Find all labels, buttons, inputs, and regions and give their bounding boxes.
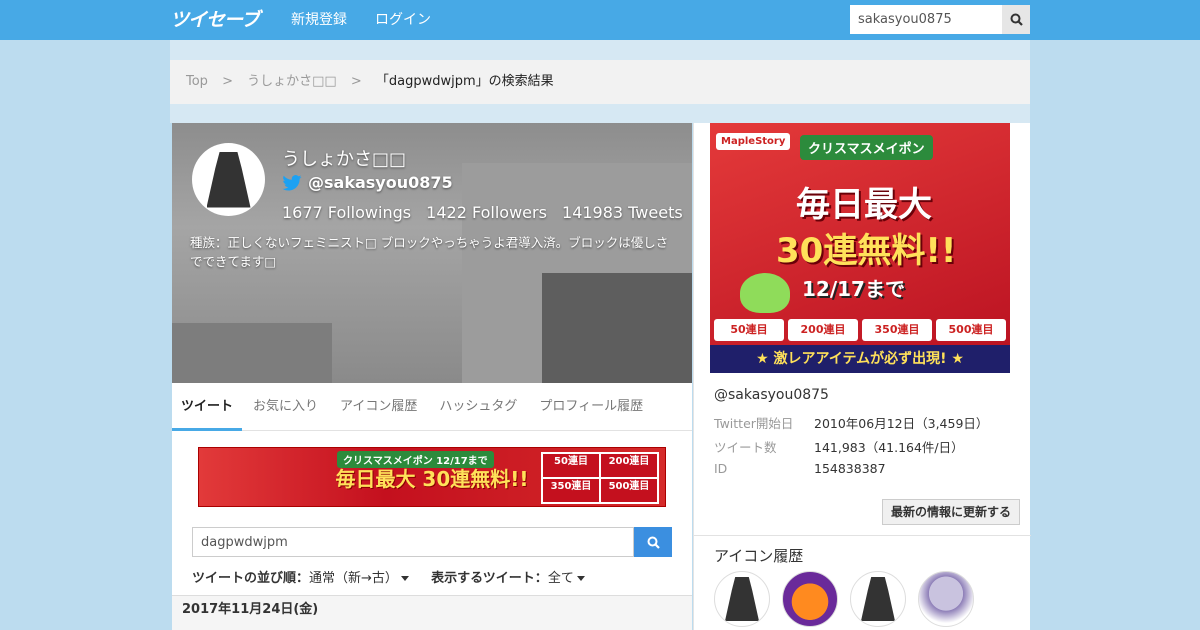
info-key: ID — [714, 461, 728, 476]
icon-history-avatar[interactable] — [918, 571, 974, 627]
header-search-input[interactable] — [850, 5, 1002, 34]
banner-ad-cells: 50連目 200連目 350連目 500連目 — [541, 452, 659, 504]
tab-favorites[interactable]: お気に入り — [242, 383, 329, 431]
avatar-figure — [861, 577, 895, 621]
tweet-filter-label: 表示するツイート： — [431, 571, 548, 586]
info-value: 154838387 — [814, 461, 886, 476]
tab-profile-history[interactable]: プロフィール履歴 — [528, 383, 654, 431]
search-icon — [1010, 13, 1023, 26]
tab-icon-history[interactable]: アイコン履歴 — [329, 383, 428, 431]
tweet-filter-select[interactable]: 全て — [548, 571, 585, 586]
sort-order-label: ツイートの並び順： — [192, 571, 310, 586]
profile-name: うしょかさ□□ — [282, 149, 407, 170]
tab-hashtags[interactable]: ハッシュタグ — [428, 383, 528, 431]
info-key: Twitter開始日 — [714, 416, 794, 431]
tweets-count: 141983 Tweets — [562, 203, 683, 222]
banner-ad-cell: 200連目 — [601, 454, 657, 477]
breadcrumb-current: 「dagpwdwjpm」の検索結果 — [375, 74, 554, 89]
profile-handle[interactable]: @sakasyou0875 — [282, 173, 453, 192]
main-column: うしょかさ□□ @sakasyou0875 1677 Followings 14… — [172, 123, 692, 630]
register-link[interactable]: 新規登録 — [291, 11, 347, 29]
ad-footer: ★ 激レアアイテムが必ず出現! ★ — [710, 345, 1010, 373]
sidebar-divider — [694, 535, 1031, 536]
tweet-filter-value: 全て — [547, 571, 574, 586]
ad-headline-2: 30連無料!! — [776, 231, 957, 271]
icon-history-avatar[interactable] — [714, 571, 770, 627]
sort-order-value: 通常（新→古） — [309, 571, 398, 586]
search-icon — [647, 536, 660, 549]
profile-bio: 種族：正しくないフェミニスト□ ブロックやっちゃうよ君導入済。ブロックは優しさで… — [190, 235, 669, 269]
login-link[interactable]: ログイン — [375, 11, 431, 29]
chevron-down-icon — [576, 576, 585, 581]
header-image-building — [172, 323, 332, 383]
profile-stats: 1677 Followings 1422 Followers 141983 Tw… — [282, 203, 692, 222]
breadcrumb: Top > うしょかさ□□ > 「dagpwdwjpm」の検索結果 — [170, 60, 1030, 104]
chevron-down-icon — [400, 576, 409, 581]
sort-order-select[interactable]: 通常（新→古） — [309, 571, 409, 586]
breadcrumb-top[interactable]: Top — [186, 74, 208, 89]
tweet-search-button[interactable] — [634, 527, 672, 557]
ad-date: 12/17まで — [802, 277, 905, 301]
banner-ad-tag: クリスマスメイポン 12/17まで — [337, 451, 494, 468]
followings-count: 1677 Followings — [282, 203, 412, 222]
ad-ribbon: クリスマスメイポン — [800, 135, 933, 160]
avatar-figure — [206, 151, 251, 208]
profile-header: うしょかさ□□ @sakasyou0875 1677 Followings 14… — [172, 123, 692, 383]
header-search-button[interactable] — [1002, 5, 1030, 34]
icon-history-title: アイコン履歴 — [714, 547, 804, 565]
ad-cell: 500連目 — [936, 319, 1006, 341]
breadcrumb-user[interactable]: うしょかさ□□ — [247, 74, 337, 89]
account-handle: @sakasyou0875 — [714, 387, 829, 403]
ad-cells: 50連目 200連目 350連目 500連目 — [714, 319, 1006, 341]
banner-ad-cell: 500連目 — [601, 479, 657, 502]
breadcrumb-separator: > — [222, 74, 233, 89]
site-logo[interactable]: ツイセーブ — [170, 8, 260, 32]
tweet-search-input[interactable] — [192, 527, 634, 557]
content-gap — [170, 104, 1030, 123]
avatar-figure — [725, 577, 759, 621]
profile-avatar[interactable] — [192, 143, 265, 216]
ad-headline-1: 毎日最大 — [796, 185, 932, 225]
refresh-info-button[interactable]: 最新の情報に更新する — [882, 499, 1020, 525]
ad-cell: 50連目 — [714, 319, 784, 341]
ad-character — [740, 273, 790, 313]
content-top-band — [170, 40, 1030, 60]
ad-cell: 350連目 — [862, 319, 932, 341]
sidebar-ad[interactable]: MapleStory クリスマスメイポン 毎日最大 30連無料!! 12/17ま… — [710, 123, 1010, 373]
profile-tabs: ツイート お気に入り アイコン履歴 ハッシュタグ プロフィール履歴 — [172, 383, 692, 431]
icon-history-avatar[interactable] — [782, 571, 838, 627]
top-navbar: ツイセーブ 新規登録 ログイン — [0, 0, 1200, 40]
header-image-building — [542, 273, 692, 383]
tab-tweets[interactable]: ツイート — [172, 383, 243, 431]
twitter-bird-icon — [282, 174, 302, 191]
ad-logo: MapleStory — [716, 133, 791, 150]
profile-handle-text: @sakasyou0875 — [308, 173, 453, 192]
info-key: ツイート数 — [714, 440, 777, 455]
banner-ad[interactable]: クリスマスメイポン 12/17まで 毎日最大 30連無料!! 50連目 200連… — [198, 447, 666, 507]
info-value: 2010年06月12日（3,459日） — [814, 416, 989, 431]
info-value: 141,983（41.164件/日） — [814, 440, 964, 455]
sort-controls: ツイートの並び順：通常（新→古） 表示するツイート：全て — [192, 567, 585, 586]
date-header: 2017年11月24日(金) — [172, 595, 692, 630]
banner-ad-cell: 350連目 — [543, 479, 599, 502]
sidebar: MapleStory クリスマスメイポン 毎日最大 30連無料!! 12/17ま… — [693, 123, 1031, 630]
icon-history-avatar[interactable] — [850, 571, 906, 627]
banner-ad-cell: 50連目 — [543, 454, 599, 477]
breadcrumb-separator: > — [350, 74, 362, 89]
followers-count: 1422 Followers — [426, 203, 547, 222]
ad-cell: 200連目 — [788, 319, 858, 341]
